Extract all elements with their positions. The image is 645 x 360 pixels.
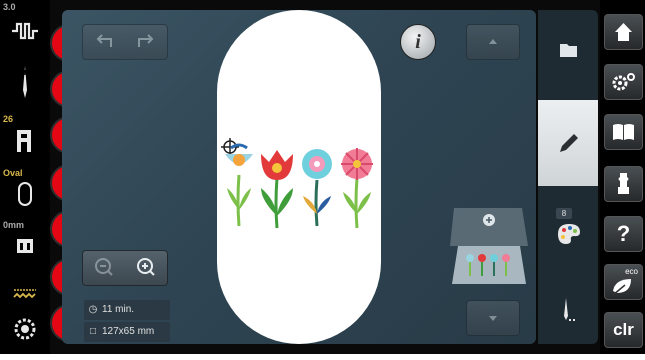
feed-dog-icon [13,289,36,299]
help-button[interactable]: ? [604,216,643,252]
crosshair-icon [221,138,239,156]
scroll-up-button[interactable] [466,24,520,60]
hoop-status[interactable]: Oval [0,166,50,216]
home-icon [615,23,632,41]
flower-design[interactable] [217,130,381,230]
design-size: 127x65 mm [102,326,155,337]
folder-icon[interactable] [538,38,598,62]
info-button[interactable]: i [400,24,436,60]
arrow-down-icon [489,316,497,321]
zoom-out-icon[interactable] [83,251,125,285]
home-button[interactable] [604,14,643,50]
stitch-plate-icon [17,239,33,253]
zoom-in-icon[interactable] [125,251,167,285]
bobbin-status[interactable] [0,310,50,360]
undo-redo-group [82,24,168,60]
sewing-guide-button[interactable] [604,166,643,202]
edit-pencil-icon[interactable] [538,128,598,158]
embroidery-time-row: ◷ 11 min. [84,300,170,320]
needle-status[interactable] [0,58,50,108]
presser-foot-icon [17,130,31,152]
tutorial-button[interactable] [604,114,643,150]
color-count-badge: 8 [556,208,572,219]
hoop-canvas[interactable] [217,10,381,344]
needle-start-icon[interactable] [538,296,598,324]
clear-button[interactable]: clr [604,312,643,348]
hoop-value: Oval [3,168,23,178]
stitch-plate-status[interactable]: 0mm [0,218,50,268]
leaf-icon [612,279,631,296]
redo-icon[interactable] [125,25,167,59]
stitch-width-status[interactable]: 3.0 [0,0,50,50]
design-size-row: □ 127x65 mm [84,322,170,342]
eco-button[interactable]: eco [604,264,643,300]
bobbin-icon [14,318,36,340]
sewing-guide-icon [618,173,629,194]
zoom-group [82,250,168,286]
scroll-down-button[interactable] [466,300,520,336]
stitch-plate-value: 0mm [3,220,25,230]
hoop-preview[interactable] [448,198,534,290]
stitch-width-value: 3.0 [3,2,16,12]
needle-icon [23,66,27,98]
tutorial-book-icon [613,124,634,140]
presser-foot-status[interactable]: 26 [0,112,50,162]
clock-icon: ◷ [88,304,98,315]
presser-foot-value: 26 [3,114,14,124]
color-palette-icon[interactable] [538,220,598,246]
settings-button[interactable] [604,64,643,100]
arrow-up-icon [489,39,497,44]
size-frame-icon: □ [89,326,97,337]
status-bar: 3.0 26 Oval 0mm [0,0,50,354]
embroidery-time: 11 min. [102,304,135,315]
hoop-icon [18,182,32,206]
embroidery-screen: 3.0 26 Oval 0mm i ◷ 11 min. □ 127x65 mm … [0,0,645,354]
stitch-width-icon [12,22,38,40]
embroidery-workspace: i ◷ 11 min. □ 127x65 mm [62,10,536,344]
settings-icon [612,73,635,91]
undo-icon[interactable] [83,25,125,59]
